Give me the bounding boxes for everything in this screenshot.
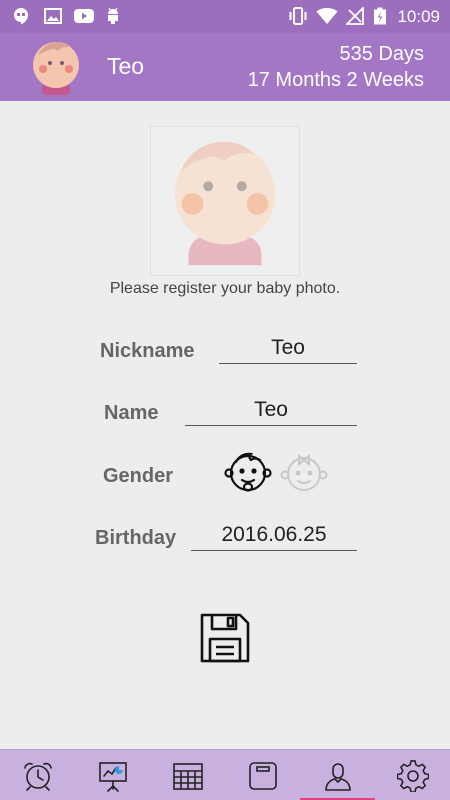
nav-calendar[interactable] [150,750,225,800]
app-header: Teo 535 Days 17 Months 2 Weeks [0,33,450,101]
bottom-navigation [0,749,450,800]
android-debug-icon [108,7,118,24]
alarm-clock-icon [24,762,52,791]
baby-name: Teo [107,53,145,79]
gallery-icon [44,8,62,24]
age-months-weeks: 17 Months 2 Weeks [247,69,424,91]
age-days: 535 Days [339,43,425,65]
baby-avatar-icon[interactable] [32,39,80,95]
baby-photo-button[interactable] [150,126,300,276]
profile-icon [325,763,351,791]
boy-gender-icon[interactable] [223,447,273,497]
name-field[interactable]: Teo [185,396,357,426]
hangouts-icon [14,8,28,25]
vibrate-icon [289,7,307,25]
nav-settings[interactable] [375,750,450,800]
nav-profile[interactable] [300,750,375,800]
nickname-field[interactable]: Teo [219,334,357,364]
birthday-label: Birthday [95,527,177,549]
scale-icon [249,762,277,790]
status-bar: 10:09 [0,0,450,33]
signal-icon [346,7,364,25]
save-icon[interactable] [198,611,252,665]
birthday-field[interactable]: 2016.06.25 [191,521,357,551]
youtube-icon [74,9,94,23]
battery-icon [374,7,386,25]
clock-time: 10:09 [397,7,440,26]
gender-label: Gender [103,465,174,487]
girl-gender-icon[interactable] [279,447,329,497]
nav-scale[interactable] [225,750,300,800]
name-label: Name [104,402,159,424]
settings-icon [397,760,429,792]
nav-stats[interactable] [75,750,150,800]
nav-alarm[interactable] [0,750,75,800]
nickname-label: Nickname [100,340,195,362]
presentation-chart-icon [99,762,127,792]
photo-hint: Please register your baby photo. [109,280,341,297]
wifi-icon [316,8,338,24]
baby-placeholder-icon [174,141,276,266]
calendar-icon [173,763,203,790]
